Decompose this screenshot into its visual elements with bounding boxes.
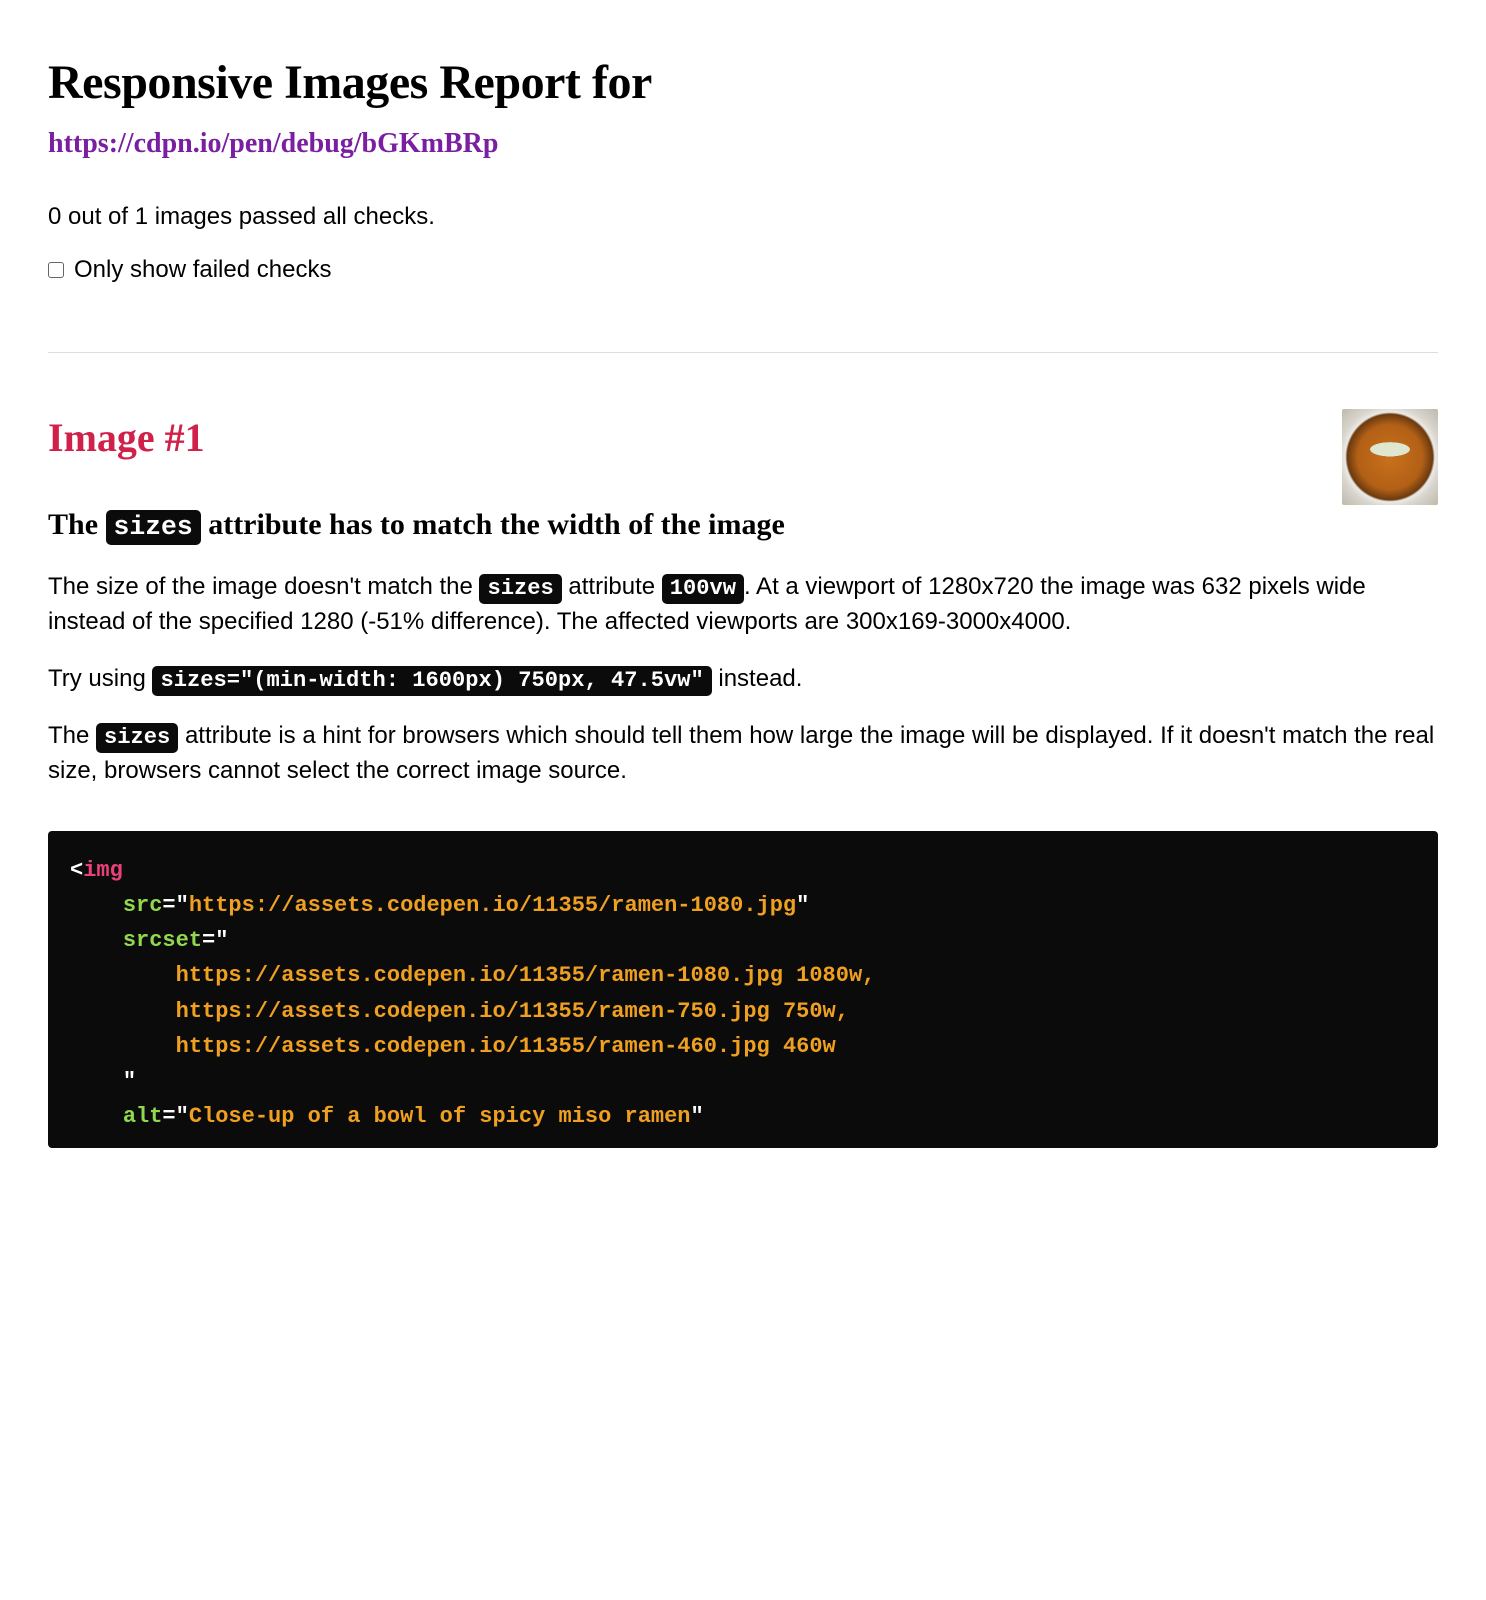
code-pill-suggestion: sizes="(min-width: 1600px) 750px, 47.5vw… [152, 666, 711, 696]
check-description-1: The size of the image doesn't match the … [48, 570, 1438, 640]
code-pill-value: 100vw [662, 574, 744, 604]
code-block: <img src="https://assets.codepen.io/1135… [48, 831, 1438, 1149]
image-heading: Image #1 [48, 409, 1318, 467]
check-explanation: The sizes attribute is a hint for browse… [48, 719, 1438, 789]
check-suggestion: Try using sizes="(min-width: 1600px) 750… [48, 662, 1438, 697]
summary-text: 0 out of 1 images passed all checks. [48, 200, 1438, 235]
filter-checkbox[interactable] [48, 262, 64, 278]
image-thumbnail [1342, 409, 1438, 505]
image-section: Image #1 The sizes attribute has to matc… [48, 409, 1438, 571]
code-pill-sizes: sizes [479, 574, 561, 604]
filter-row: Only show failed checks [48, 253, 1438, 288]
divider [48, 352, 1438, 353]
filter-label[interactable]: Only show failed checks [74, 253, 331, 288]
report-url-link[interactable]: https://cdpn.io/pen/debug/bGKmBRp [48, 124, 498, 165]
page-title: Responsive Images Report for [48, 48, 1438, 118]
check-heading: The sizes attribute has to match the wid… [48, 503, 1318, 547]
code-pill-sizes: sizes [96, 723, 178, 753]
code-pill-sizes: sizes [106, 510, 201, 545]
